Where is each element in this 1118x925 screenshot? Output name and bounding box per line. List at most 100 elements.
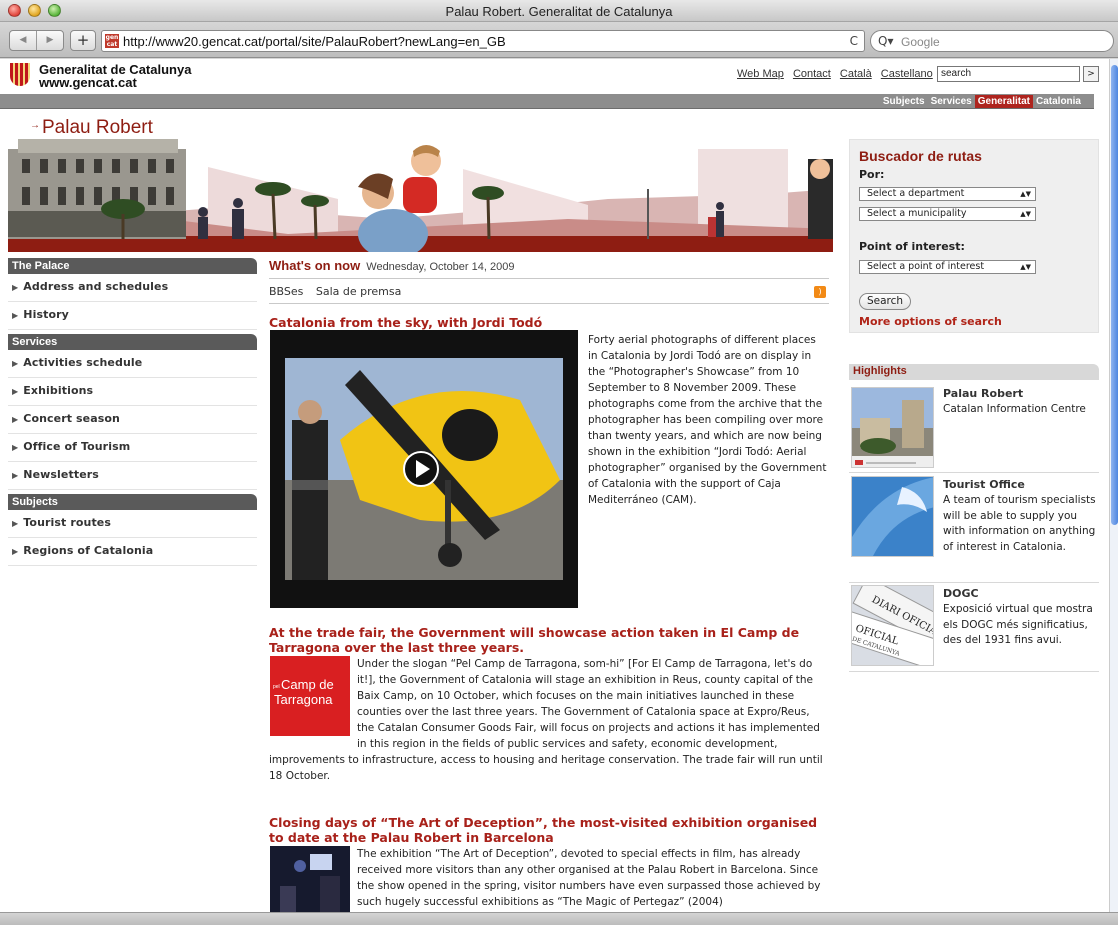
video-thumbnail [270,330,578,608]
municipality-select[interactable]: Select a municipality ▲▼ [859,207,1036,221]
top-links: Web Map Contact Català Castellano [737,68,939,80]
triangle-right-icon: ▶ [12,387,19,396]
triangle-right-icon: ▶ [12,471,19,480]
sidebar-header-subjects: Subjects [8,494,257,510]
dogc-thumbnail[interactable]: DIARI OFICIAL OFICIAL DE CATALUNYA [851,585,934,666]
sidebar-item-exhibitions[interactable]: ▶ Exhibitions [8,378,257,406]
route-search-button[interactable]: Search [859,293,911,310]
history-buttons: ◀ ▶ [9,30,64,51]
poi-select[interactable]: Select a point of interest ▲▼ [859,260,1036,274]
back-button[interactable]: ◀ [10,31,36,50]
highlight-palau-robert[interactable]: Palau Robert Catalan Information Centre [849,385,1099,470]
triangle-right-icon: ▶ [12,519,19,528]
link-bbses[interactable]: BBSes [269,285,303,298]
poi-label: Point of interest: [859,240,965,253]
site-favicon: gen cat [105,34,119,48]
window-title: Palau Robert. Generalitat de Catalunya [445,4,673,19]
add-bookmark-button[interactable]: + [70,30,96,51]
sidebar-item-history[interactable]: ▶ History [8,302,257,330]
site-search-button[interactable]: > [1083,66,1099,82]
sub-navigation: BBSes Sala de premsa ) [269,279,829,303]
nav-catalonia[interactable]: Catalonia [1033,95,1084,108]
palau-robert-thumbnail[interactable] [851,387,934,468]
page-viewport: Generalitat de Catalunya www.gencat.cat … [0,59,1109,912]
video-player[interactable] [270,330,578,608]
camp-de-tarragona-image[interactable]: pel Camp de Tarragona [270,656,350,736]
arrow-icon: → [30,120,40,131]
nav-generalitat[interactable]: Generalitat [974,95,1033,108]
url-text[interactable]: http://www20.gencat.cat/portal/site/Pala… [123,34,506,49]
reload-button[interactable]: C [850,34,858,48]
department-select[interactable]: Select a department ▲▼ [859,187,1036,201]
sidebar-header-palace: The Palace [8,258,257,274]
highlight-desc: Catalan Information Centre [943,403,1086,415]
link-web-map[interactable]: Web Map [737,68,784,80]
browser-toolbar: ◀ ▶ + gen cat http://www20.gencat.cat/po… [0,22,1118,58]
highlight-dogc[interactable]: DIARI OFICIAL OFICIAL DE CATALUNYA DOGC … [849,585,1099,675]
triangle-right-icon: ▶ [12,359,19,368]
site-title[interactable]: → Palau Robert [30,117,153,139]
triangle-right-icon: ▶ [12,547,19,556]
main-nav-bar: Subjects Services Generalitat Catalonia [0,94,1094,109]
article-title[interactable]: Closing days of “The Art of Deception”, … [269,815,829,845]
nav-services[interactable]: Services [928,95,975,108]
link-catala[interactable]: Català [840,68,872,80]
highlight-tourist-office[interactable]: Tourist Office A team of tourism special… [849,476,1099,581]
highlight-title[interactable]: Palau Robert [943,387,1023,400]
sidebar-item-address[interactable]: ▶ Address and schedules [8,274,257,302]
sidebar-item-regions[interactable]: ▶ Regions of Catalonia [8,538,257,566]
sidebar-item-tourist-routes[interactable]: ▶ Tourist routes [8,510,257,538]
route-finder: Buscador de rutas Por: Select a departme… [849,139,1099,333]
highlight-title[interactable]: DOGC [943,587,979,600]
generalitat-logo-icon[interactable] [10,63,30,86]
rss-icon[interactable]: ) [814,286,826,298]
article-body: Forty aerial photographs of different pl… [588,334,827,506]
sidebar-item-newsletters[interactable]: ▶ Newsletters [8,462,257,490]
highlight-title[interactable]: Tourist Office [943,478,1025,491]
triangle-right-icon: ▶ [12,415,19,424]
vertical-scrollbar[interactable] [1109,59,1118,912]
by-label: Por: [859,168,885,181]
tourist-office-thumbnail[interactable] [851,476,934,557]
current-date: Wednesday, October 14, 2009 [366,261,515,273]
sidebar-header-services: Services [8,334,257,350]
highlight-desc: Exposició virtual que mostra els DOGC mé… [943,603,1093,646]
select-arrows-icon: ▲▼ [1020,190,1031,198]
left-sidebar: The Palace ▶ Address and schedules ▶ Histo… [8,258,257,566]
org-name[interactable]: Generalitat de Catalunya www.gencat.cat [39,63,191,89]
sidebar-item-activities[interactable]: ▶ Activities schedule [8,350,257,378]
search-icon: Q▾ [878,34,894,48]
site-search-input[interactable]: search [937,66,1080,82]
forward-button[interactable]: ▶ [36,31,63,50]
triangle-right-icon: ▶ [12,283,19,292]
status-bar [0,912,1118,925]
article-title[interactable]: At the trade fair, the Government will s… [269,625,829,655]
search-placeholder: Google [901,35,940,49]
address-bar[interactable]: gen cat http://www20.gencat.cat/portal/s… [101,30,865,52]
triangle-right-icon: ▶ [12,311,19,320]
select-arrows-icon: ▲▼ [1020,210,1031,218]
article-body: The exhibition “The Art of Deception”, d… [357,848,821,908]
art-of-deception-image[interactable] [270,846,350,912]
triangle-right-icon: ▶ [12,443,19,452]
whats-on-heading: What's on now Wednesday, October 14, 200… [269,258,829,278]
link-castellano[interactable]: Castellano [881,68,933,80]
highlights-header: Highlights [849,364,1099,380]
link-contact[interactable]: Contact [793,68,831,80]
browser-search-field[interactable]: Q▾ Google [870,30,1114,52]
sidebar-item-concert[interactable]: ▶ Concert season [8,406,257,434]
scrollbar-thumb[interactable] [1111,65,1118,525]
main-nav: Subjects Services Generalitat Catalonia [880,95,1084,108]
header-banner [8,139,833,252]
sidebar-item-tourism[interactable]: ▶ Office of Tourism [8,434,257,462]
banner-illustration [8,139,833,252]
link-press-room[interactable]: Sala de premsa [316,285,401,298]
window-titlebar: Palau Robert. Generalitat de Catalunya [0,0,1118,22]
whats-on-label: What's on now [269,258,361,273]
more-search-options-link[interactable]: More options of search [859,315,1002,328]
nav-subjects[interactable]: Subjects [880,95,928,108]
highlight-desc: A team of tourism specialists will be ab… [943,494,1096,553]
main-content: What's on now Wednesday, October 14, 200… [269,258,829,912]
article-title[interactable]: Catalonia from the sky, with Jordi Todó [269,315,542,330]
article-body: Under the slogan “Pel Camp de Tarragona,… [269,658,823,782]
